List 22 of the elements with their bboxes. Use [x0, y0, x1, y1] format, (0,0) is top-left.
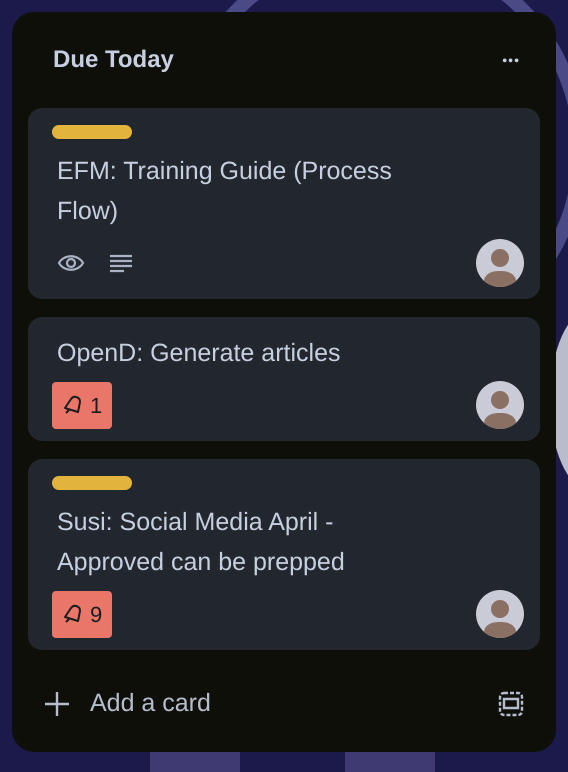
bell-icon [62, 603, 84, 625]
plus-icon [44, 691, 70, 717]
due-badge[interactable]: 9 [52, 590, 112, 638]
card-label[interactable] [52, 125, 132, 139]
bell-icon [62, 394, 84, 416]
eye-icon [57, 252, 85, 274]
due-badge[interactable]: 1 [52, 382, 112, 428]
card[interactable]: Susi: Social Media April - Approved can be prepped 9 [28, 459, 540, 650]
card-title: OpenD: Generate articles [56, 338, 342, 369]
card[interactable]: OpenD: Generate articles 1 [28, 317, 540, 441]
avatar[interactable] [476, 590, 524, 638]
avatar[interactable] [476, 381, 524, 429]
card-title: Susi: Social Media April - Approved can be prepped [56, 507, 346, 578]
list-title: Due Today [53, 45, 174, 75]
avatar[interactable] [476, 239, 524, 287]
description-icon [109, 253, 133, 273]
card[interactable]: EFM: Training Guide (Process Flow) [28, 108, 540, 299]
list-menu-button[interactable]: ••• [502, 50, 520, 70]
card-title: EFM: Training Guide (Process Flow) [56, 156, 393, 227]
add-card-button[interactable]: Add a card [44, 685, 211, 723]
card-label[interactable] [52, 476, 132, 490]
template-icon[interactable] [498, 691, 524, 717]
